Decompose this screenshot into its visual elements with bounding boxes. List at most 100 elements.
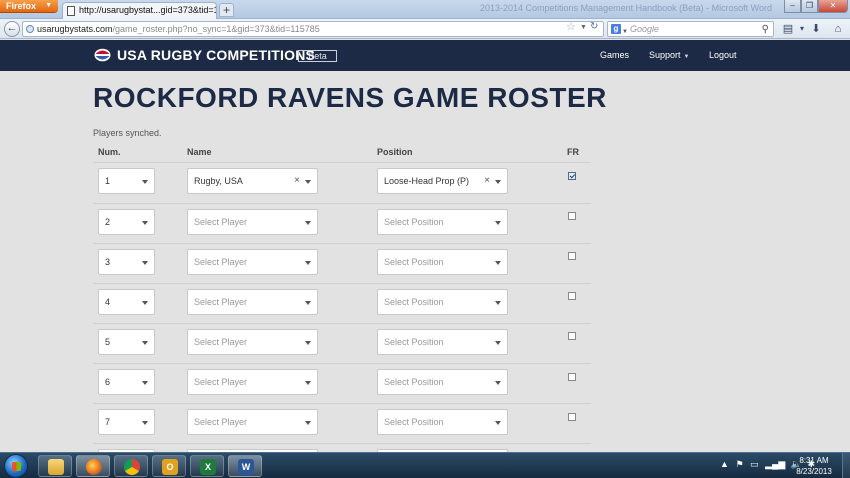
number-select[interactable]: 2 (98, 209, 155, 235)
player-select[interactable]: Select Player (187, 369, 318, 395)
position-value: Loose-Head Prop (P) (384, 176, 470, 186)
player-select[interactable]: Rugby, USA × (187, 168, 318, 194)
reload-icon[interactable]: ↻ (590, 22, 598, 32)
url-path: /game_roster.php?no_sync=1&gid=373&tid=1… (112, 24, 320, 34)
bookmarks-menu-icon[interactable]: ▤ (781, 22, 795, 36)
flag-icon[interactable]: ⚑ (735, 459, 743, 469)
url-bar[interactable]: usarugbystats.com/game_roster.php?no_syn… (22, 21, 604, 37)
player-placeholder: Select Player (194, 297, 248, 307)
front-row-checkbox[interactable] (568, 292, 576, 300)
search-input[interactable]: g ▼ Google ⚲ (607, 21, 774, 37)
position-select[interactable]: Select Position (377, 289, 508, 315)
table-row: 2 Select Player Select Position (0, 203, 850, 243)
front-row-checkbox[interactable] (568, 332, 576, 340)
close-window-button[interactable]: ✕ (818, 0, 848, 13)
position-select[interactable]: Select Position (377, 249, 508, 275)
number-select[interactable]: 7 (98, 409, 155, 435)
position-placeholder: Select Position (384, 217, 444, 227)
number-select[interactable]: 3 (98, 249, 155, 275)
site-brand[interactable]: USA RUGBY COMPETITIONS (117, 47, 315, 63)
front-row-checkbox[interactable] (568, 212, 576, 220)
position-select[interactable]: Select Position (377, 369, 508, 395)
position-select[interactable]: Select Position (377, 409, 508, 435)
player-select[interactable]: Select Player (187, 409, 318, 435)
sync-status-message: Players synched. (93, 128, 162, 138)
table-row: 6 Select Player Select Position (0, 363, 850, 403)
table-row: 3 Select Player Select Position (0, 243, 850, 283)
new-tab-button[interactable]: + (219, 3, 234, 17)
clear-icon[interactable]: × (294, 169, 300, 193)
taskbar-excel[interactable]: X (190, 455, 224, 477)
chevron-down-icon (305, 301, 311, 305)
player-select[interactable]: Select Player (187, 249, 318, 275)
position-select[interactable]: Select Position (377, 209, 508, 235)
taskbar-firefox[interactable] (76, 455, 110, 477)
minimize-button[interactable]: – (784, 0, 801, 13)
chevron-down-icon: ▼ (683, 54, 690, 60)
nav-support[interactable]: Support ▼ (649, 50, 689, 60)
position-select[interactable]: Select Position (377, 329, 508, 355)
beta-badge: Beta (298, 50, 337, 62)
chevron-down-icon (495, 261, 501, 265)
number-value: 4 (105, 297, 111, 307)
nav-games[interactable]: Games (600, 50, 629, 60)
chevron-down-icon (142, 221, 148, 225)
maximize-button[interactable]: ❐ (801, 0, 818, 13)
front-row-checkbox[interactable] (568, 252, 576, 260)
taskbar-outlook[interactable]: O (152, 455, 186, 477)
clear-icon[interactable]: × (484, 169, 490, 193)
show-desktop-button[interactable] (842, 453, 850, 478)
back-button[interactable]: ← (4, 21, 20, 37)
player-placeholder: Select Player (194, 257, 248, 267)
number-select[interactable]: 1 (98, 168, 155, 194)
front-row-checkbox[interactable] (568, 413, 576, 421)
download-icon[interactable]: ⬇ (809, 22, 823, 36)
chevron-down-icon (142, 341, 148, 345)
browser-tab-active[interactable]: http://usarugbystat...gid=373&tid=115785 (62, 2, 217, 19)
magnifier-icon[interactable]: ⚲ (762, 23, 769, 37)
window-controls: – ❐ ✕ (784, 0, 848, 14)
search-placeholder: Google (630, 24, 660, 34)
number-value: 5 (105, 337, 111, 347)
taskbar-clock[interactable]: 8:31 AM 8/23/2013 (790, 455, 838, 477)
home-icon[interactable]: ⌂ (831, 22, 845, 36)
chevron-down-icon (305, 421, 311, 425)
player-value: Rugby, USA (194, 176, 243, 186)
bookmark-star-icon[interactable]: ☆ (566, 22, 576, 33)
start-button[interactable] (4, 454, 28, 478)
chevron-down-icon (142, 261, 148, 265)
number-select[interactable]: 6 (98, 369, 155, 395)
nav-logout[interactable]: Logout (709, 50, 737, 60)
position-select[interactable]: Loose-Head Prop (P) × (377, 168, 508, 194)
url-history-dropdown-icon[interactable]: ▼ (580, 24, 587, 31)
player-select[interactable]: Select Player (187, 209, 318, 235)
chevron-down-icon: ▼ (45, 2, 52, 9)
tray-expand-icon[interactable]: ▲ (720, 459, 729, 469)
firefox-menu-button[interactable]: Firefox ▼ (0, 0, 58, 12)
table-row: 4 Select Player Select Position (0, 283, 850, 323)
front-row-checkbox[interactable] (568, 172, 576, 180)
site-header: USA RUGBY COMPETITIONS Beta Games Suppor… (0, 40, 850, 71)
player-select[interactable]: Select Player (187, 289, 318, 315)
taskbar-explorer[interactable] (38, 455, 72, 477)
player-placeholder: Select Player (194, 217, 248, 227)
chevron-down-icon[interactable]: ▾ (795, 22, 809, 36)
taskbar-chrome[interactable] (114, 455, 148, 477)
nav-support-label: Support (649, 50, 681, 60)
usa-rugby-logo-icon[interactable] (94, 48, 111, 62)
number-select[interactable]: 5 (98, 329, 155, 355)
site-identity-icon[interactable] (26, 25, 34, 33)
chevron-down-icon (305, 221, 311, 225)
number-select[interactable]: 4 (98, 289, 155, 315)
clock-date: 8/23/2013 (796, 467, 832, 476)
taskbar-word[interactable]: W (228, 455, 262, 477)
browser-tab-bar: Firefox ▼ http://usarugbystat...gid=373&… (0, 0, 850, 19)
chevron-down-icon: ▼ (622, 29, 628, 35)
network-signal-icon[interactable]: ▂▄▆ (765, 459, 785, 469)
search-engine-icon[interactable]: g (611, 24, 621, 34)
front-row-checkbox[interactable] (568, 373, 576, 381)
chevron-down-icon (495, 301, 501, 305)
chevron-down-icon (495, 421, 501, 425)
player-select[interactable]: Select Player (187, 329, 318, 355)
battery-icon[interactable]: ▭ (750, 459, 759, 469)
